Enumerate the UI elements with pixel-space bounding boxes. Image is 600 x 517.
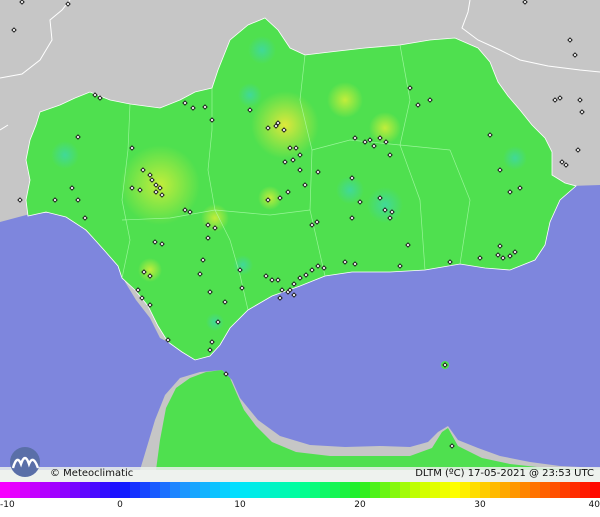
- colorbar-tick-label: 0: [117, 500, 123, 510]
- colorbar-block: [520, 482, 531, 498]
- colorbar-block: [390, 482, 401, 498]
- colorbar-block: [380, 482, 391, 498]
- colorbar-block: [480, 482, 491, 498]
- colorbar-block: [220, 482, 231, 498]
- colorbar-block: [410, 482, 421, 498]
- colorbar-block: [460, 482, 471, 498]
- colorbar-block: [250, 482, 261, 498]
- colorbar-tick-label: 40: [588, 500, 600, 510]
- colorbar-tick-label: 30: [474, 500, 486, 510]
- colorbar-ticks: -10 0 10 20 30 40: [0, 498, 600, 517]
- colorbar-block: [200, 482, 211, 498]
- colorbar-block: [420, 482, 431, 498]
- colorbar-block: [530, 482, 541, 498]
- colorbar-block: [160, 482, 171, 498]
- colorbar-block: [340, 482, 351, 498]
- colorbar-block: [560, 482, 571, 498]
- colorbar-block: [350, 482, 361, 498]
- colorbar-block: [230, 482, 241, 498]
- colorbar-tick-label: 20: [354, 500, 366, 510]
- colorbar-block: [30, 482, 41, 498]
- colorbar-block: [10, 482, 21, 498]
- colorbar-block: [50, 482, 61, 498]
- colorbar-block: [80, 482, 91, 498]
- colorbar-block: [570, 482, 581, 498]
- colorbar-tick-label: 10: [234, 500, 246, 510]
- colorbar-block: [470, 482, 481, 498]
- colorbar-block: [550, 482, 561, 498]
- meteoclimatic-logo-icon: [10, 447, 40, 477]
- brand-label: © Meteoclimatic: [50, 468, 134, 479]
- colorbar-tick-label: -10: [0, 500, 15, 510]
- colorbar-block: [260, 482, 271, 498]
- colorbar-block: [70, 482, 81, 498]
- colorbar-block: [100, 482, 111, 498]
- colorbar-block: [430, 482, 441, 498]
- colorbar-block: [450, 482, 461, 498]
- colorbar-block: [330, 482, 341, 498]
- colorbar-block: [510, 482, 521, 498]
- colorbar-block: [40, 482, 51, 498]
- colorbar-block: [150, 482, 161, 498]
- colorbar-block: [190, 482, 201, 498]
- colorbar-block: [280, 482, 291, 498]
- temperature-map: [0, 0, 600, 470]
- colorbar-block: [310, 482, 321, 498]
- colorbar-block: [120, 482, 131, 498]
- colorbar: [0, 482, 600, 498]
- colorbar-block: [590, 482, 600, 498]
- colorbar-block: [270, 482, 281, 498]
- colorbar-block: [540, 482, 551, 498]
- colorbar-block: [90, 482, 101, 498]
- colorbar-block: [140, 482, 151, 498]
- colorbar-block: [370, 482, 381, 498]
- colorbar-block: [320, 482, 331, 498]
- colorbar-block: [400, 482, 411, 498]
- colorbar-block: [180, 482, 191, 498]
- colorbar-block: [0, 482, 11, 498]
- weather-map: © Meteoclimatic DLTM (ºC) 17-05-2021 @ 2…: [0, 0, 600, 517]
- colorbar-block: [360, 482, 371, 498]
- colorbar-block: [130, 482, 141, 498]
- colorbar-block: [440, 482, 451, 498]
- colorbar-block: [20, 482, 31, 498]
- map-title: DLTM (ºC) 17-05-2021 @ 23:53 UTC: [415, 468, 594, 479]
- colorbar-block: [210, 482, 221, 498]
- colorbar-block: [580, 482, 591, 498]
- colorbar-block: [170, 482, 181, 498]
- colorbar-block: [290, 482, 301, 498]
- colorbar-block: [240, 482, 251, 498]
- colorbar-block: [110, 482, 121, 498]
- colorbar-block: [500, 482, 511, 498]
- colorbar-block: [60, 482, 71, 498]
- colorbar-block: [300, 482, 311, 498]
- colorbar-block: [490, 482, 501, 498]
